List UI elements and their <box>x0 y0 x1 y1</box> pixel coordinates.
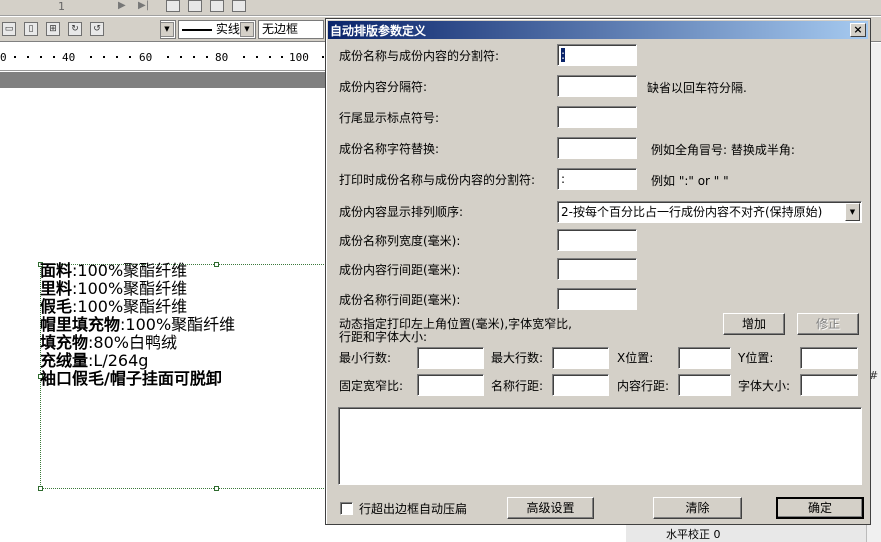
print-separator-label: 打印时成份名称与成份内容的分割符: <box>339 173 536 187</box>
auto-layout-dialog: 自动排版参数定义 × 成份名称与成份内容的分割符: : 成份内容分隔符: 缺省以… <box>325 18 871 525</box>
top-toolbar: 1 ▶ ▶| <box>0 0 881 16</box>
name-char-replace-label: 成份名称字符替换: <box>339 142 440 156</box>
close-icon: × <box>853 23 863 36</box>
content-separator-label: 成份内容分隔符: <box>339 80 428 94</box>
advanced-settings-button[interactable]: 高级设置 <box>507 497 594 519</box>
name-line-spacing-label: 成份名称行间距(毫米): <box>339 293 461 307</box>
dialog-title: 自动排版参数定义 <box>330 24 427 38</box>
ok-button[interactable]: 确定 <box>776 497 864 519</box>
line-style-dropdown[interactable]: 实线 ▼ <box>178 20 256 39</box>
next-page-icon[interactable]: ▶ <box>118 0 126 11</box>
add-button[interactable]: 增加 <box>723 313 785 335</box>
position-list[interactable] <box>338 407 862 485</box>
ruler-tick: 80 <box>215 51 229 64</box>
dynamic-position-label: 动态指定打印左上角位置(毫米),字体宽窄比, <box>339 317 572 331</box>
name-spacing-label: 名称行距: <box>491 379 544 393</box>
font-size-label: 字体大小: <box>738 379 791 393</box>
ruler-tick: 40 <box>62 51 76 64</box>
display-order-value: 2-按每个百分比占一行成份内容不对齐(保持原始) <box>561 205 823 219</box>
line-end-punct-label: 行尾显示标点符号: <box>339 111 440 125</box>
ruler-tick: 0 <box>0 51 7 64</box>
line-style-value: 实线 <box>215 22 240 36</box>
grid-icon[interactable]: ⊞ <box>46 22 60 36</box>
label-line-4: 帽里填充物:100%聚酯纤维 <box>40 315 236 334</box>
column-icon[interactable]: ▯ <box>24 22 38 36</box>
content-separator-hint: 缺省以回车符分隔. <box>647 81 747 95</box>
dialog-titlebar[interactable]: 自动排版参数定义 × <box>328 21 868 39</box>
dynamic-position-label-2: 行距和字体大小: <box>339 330 428 344</box>
align-icon[interactable] <box>210 0 224 12</box>
fixed-ratio-input[interactable] <box>417 374 484 396</box>
print-separator-hint: 例如 ":" or " " <box>651 174 729 188</box>
chevron-down-icon[interactable]: ▼ <box>845 203 860 221</box>
y-pos-input[interactable] <box>800 347 858 369</box>
font-size-input[interactable] <box>800 374 858 396</box>
close-button[interactable]: × <box>850 23 866 37</box>
align-icon[interactable] <box>188 0 202 12</box>
y-pos-label: Y位置: <box>738 351 774 365</box>
page-number: 1 <box>58 0 65 13</box>
line-end-punct-input[interactable] <box>557 106 637 128</box>
label-line-3: 假毛:100%聚酯纤维 <box>40 297 188 316</box>
horizontal-ruler: 0 40 60 80 100 <box>0 43 330 71</box>
last-page-icon[interactable]: ▶| <box>138 0 149 11</box>
align-icon[interactable] <box>166 0 180 12</box>
resize-handle[interactable] <box>214 486 219 491</box>
clear-button[interactable]: 清除 <box>653 497 742 519</box>
align-icon[interactable] <box>232 0 246 12</box>
name-line-spacing-input[interactable] <box>557 288 637 310</box>
rotate-icon[interactable]: ↻ <box>68 22 82 36</box>
resize-handle[interactable] <box>214 262 219 267</box>
max-lines-label: 最大行数: <box>491 351 544 365</box>
display-order-label: 成份内容显示排列顺序: <box>339 205 464 219</box>
modify-button[interactable]: 修正 <box>797 313 859 335</box>
box-icon[interactable]: ▭ <box>2 22 16 36</box>
border-dropdown[interactable]: 无边框 <box>258 20 324 39</box>
max-lines-input[interactable] <box>552 347 609 369</box>
label-line-7: 袖口假毛/帽子挂面可脱卸 <box>40 369 222 388</box>
content-line-spacing-input[interactable] <box>557 258 637 280</box>
property-label: 水平校正 0 <box>666 528 721 541</box>
label-line-6: 充绒量:L/264g <box>40 351 149 370</box>
ruler-tick: 100 <box>289 51 309 64</box>
min-lines-input[interactable] <box>417 347 484 369</box>
fixed-ratio-label: 固定宽窄比: <box>339 379 404 393</box>
name-col-width-input[interactable] <box>557 229 637 251</box>
name-char-replace-hint: 例如全角冒号: 替换成半角: <box>651 143 795 157</box>
line-sample-icon <box>182 28 212 31</box>
auto-compress-label: 行超出边框自动压扁 <box>359 502 468 516</box>
property-row: 水平校正 0 <box>626 525 866 542</box>
label-line-1: 面料:100%聚酯纤维 <box>40 261 188 280</box>
name-col-width-label: 成份名称列宽度(毫米): <box>339 234 461 248</box>
ruler-tick: 60 <box>139 51 153 64</box>
label-line-5: 填充物:80%白鸭绒 <box>40 333 177 352</box>
resize-handle[interactable] <box>38 486 43 491</box>
content-separator-input[interactable] <box>557 75 637 97</box>
page-margin-band <box>0 72 330 88</box>
content-spacing-input[interactable] <box>678 374 731 396</box>
color-dropdown[interactable]: ▼ <box>160 20 176 39</box>
undo-icon[interactable]: ↺ <box>90 22 104 36</box>
display-order-dropdown[interactable]: 2-按每个百分比占一行成份内容不对齐(保持原始) ▼ <box>557 201 862 223</box>
border-value: 无边框 <box>262 22 299 36</box>
label-line-2: 里料:100%聚酯纤维 <box>40 279 188 298</box>
content-line-spacing-label: 成份内容行间距(毫米): <box>339 263 461 277</box>
name-char-replace-input[interactable] <box>557 137 637 159</box>
name-content-separator-label: 成份名称与成份内容的分割符: <box>339 49 500 63</box>
auto-compress-checkbox[interactable] <box>340 502 353 515</box>
min-lines-label: 最小行数: <box>339 351 392 365</box>
x-pos-label: X位置: <box>617 351 654 365</box>
name-spacing-input[interactable] <box>552 374 609 396</box>
print-separator-input[interactable]: : <box>557 168 637 190</box>
name-content-separator-input[interactable]: : <box>557 44 637 66</box>
x-pos-input[interactable] <box>678 347 731 369</box>
content-spacing-label: 内容行距: <box>617 379 670 393</box>
